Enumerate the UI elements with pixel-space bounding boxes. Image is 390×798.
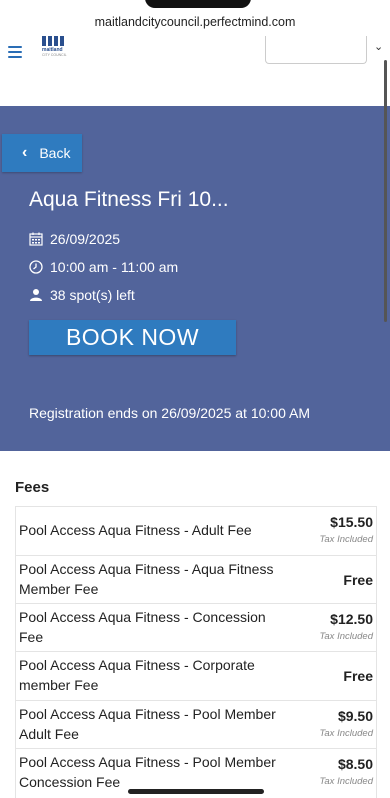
registration-ends: Registration ends on 26/09/2025 at 10:00… xyxy=(29,405,310,421)
fee-price: $15.50 xyxy=(330,514,373,530)
fee-price: $9.50 xyxy=(337,708,373,724)
fee-price: Free xyxy=(343,572,373,588)
spots-left: 38 spot(s) left xyxy=(50,287,135,303)
chevron-left-icon: ‹ xyxy=(22,144,28,161)
event-time-row: 10:00 am - 11:00 am xyxy=(29,259,178,275)
fee-price: $12.50 xyxy=(330,611,373,627)
person-icon xyxy=(30,289,42,301)
fee-tax-note: Tax Included xyxy=(319,631,373,642)
chevron-down-icon[interactable]: ⌄ xyxy=(374,40,383,53)
fee-name: Pool Access Aqua Fitness - Adult Fee xyxy=(19,522,252,538)
camera-notch xyxy=(145,0,251,8)
fee-tax-note: Tax Included xyxy=(319,534,373,545)
fee-row: Pool Access Aqua Fitness - Concession Fe… xyxy=(15,603,377,651)
event-title: Aqua Fitness Fri 10... xyxy=(29,188,229,211)
event-date-row: 26/09/2025 xyxy=(29,231,120,247)
fee-tax-note: Tax Included xyxy=(319,776,373,787)
fee-name: Pool Access Aqua Fitness - Corporate mem… xyxy=(19,657,255,693)
url-text[interactable]: maitlandcitycouncil.perfectmind.com xyxy=(0,15,390,29)
fee-row: Pool Access Aqua Fitness - Adult Fee $15… xyxy=(15,506,377,555)
fee-row: Pool Access Aqua Fitness - Pool Member A… xyxy=(15,700,377,748)
top-navigation: maitland CITY COUNCIL ⌄ xyxy=(0,36,390,106)
fees-title: Fees xyxy=(15,479,50,496)
fee-price: $8.50 xyxy=(337,756,373,772)
book-now-button[interactable]: BOOK NOW xyxy=(29,320,236,355)
event-spots-row: 38 spot(s) left xyxy=(29,287,135,303)
scrollbar[interactable] xyxy=(384,60,387,322)
back-button[interactable]: ‹ Back xyxy=(2,134,82,172)
back-label: Back xyxy=(39,145,71,161)
menu-icon[interactable] xyxy=(8,46,22,58)
fee-name: Pool Access Aqua Fitness - Pool Member A… xyxy=(19,706,276,742)
nav-dropdown[interactable] xyxy=(265,36,367,64)
fees-section: Fees Pool Access Aqua Fitness - Adult Fe… xyxy=(0,451,390,798)
event-date: 26/09/2025 xyxy=(50,231,121,247)
site-logo[interactable]: maitland CITY COUNCIL xyxy=(42,36,72,60)
fee-name: Pool Access Aqua Fitness - Aqua Fitness … xyxy=(19,561,274,597)
event-hero: ‹ Back Aqua Fitness Fri 10... 26/09/2025… xyxy=(0,106,390,451)
fee-name: Pool Access Aqua Fitness - Pool Member C… xyxy=(19,754,276,790)
fee-row: Pool Access Aqua Fitness - Corporate mem… xyxy=(15,651,377,700)
fee-tax-note: Tax Included xyxy=(319,728,373,739)
fee-price: Free xyxy=(343,668,373,684)
clock-icon xyxy=(29,260,43,274)
fee-name: Pool Access Aqua Fitness - Concession Fe… xyxy=(19,609,266,645)
fee-row: Pool Access Aqua Fitness - Aqua Fitness … xyxy=(15,555,377,603)
home-indicator[interactable] xyxy=(128,789,264,794)
event-time: 10:00 am - 11:00 am xyxy=(50,259,179,275)
browser-url-bar[interactable]: maitlandcitycouncil.perfectmind.com xyxy=(0,0,390,36)
calendar-icon xyxy=(29,232,43,246)
